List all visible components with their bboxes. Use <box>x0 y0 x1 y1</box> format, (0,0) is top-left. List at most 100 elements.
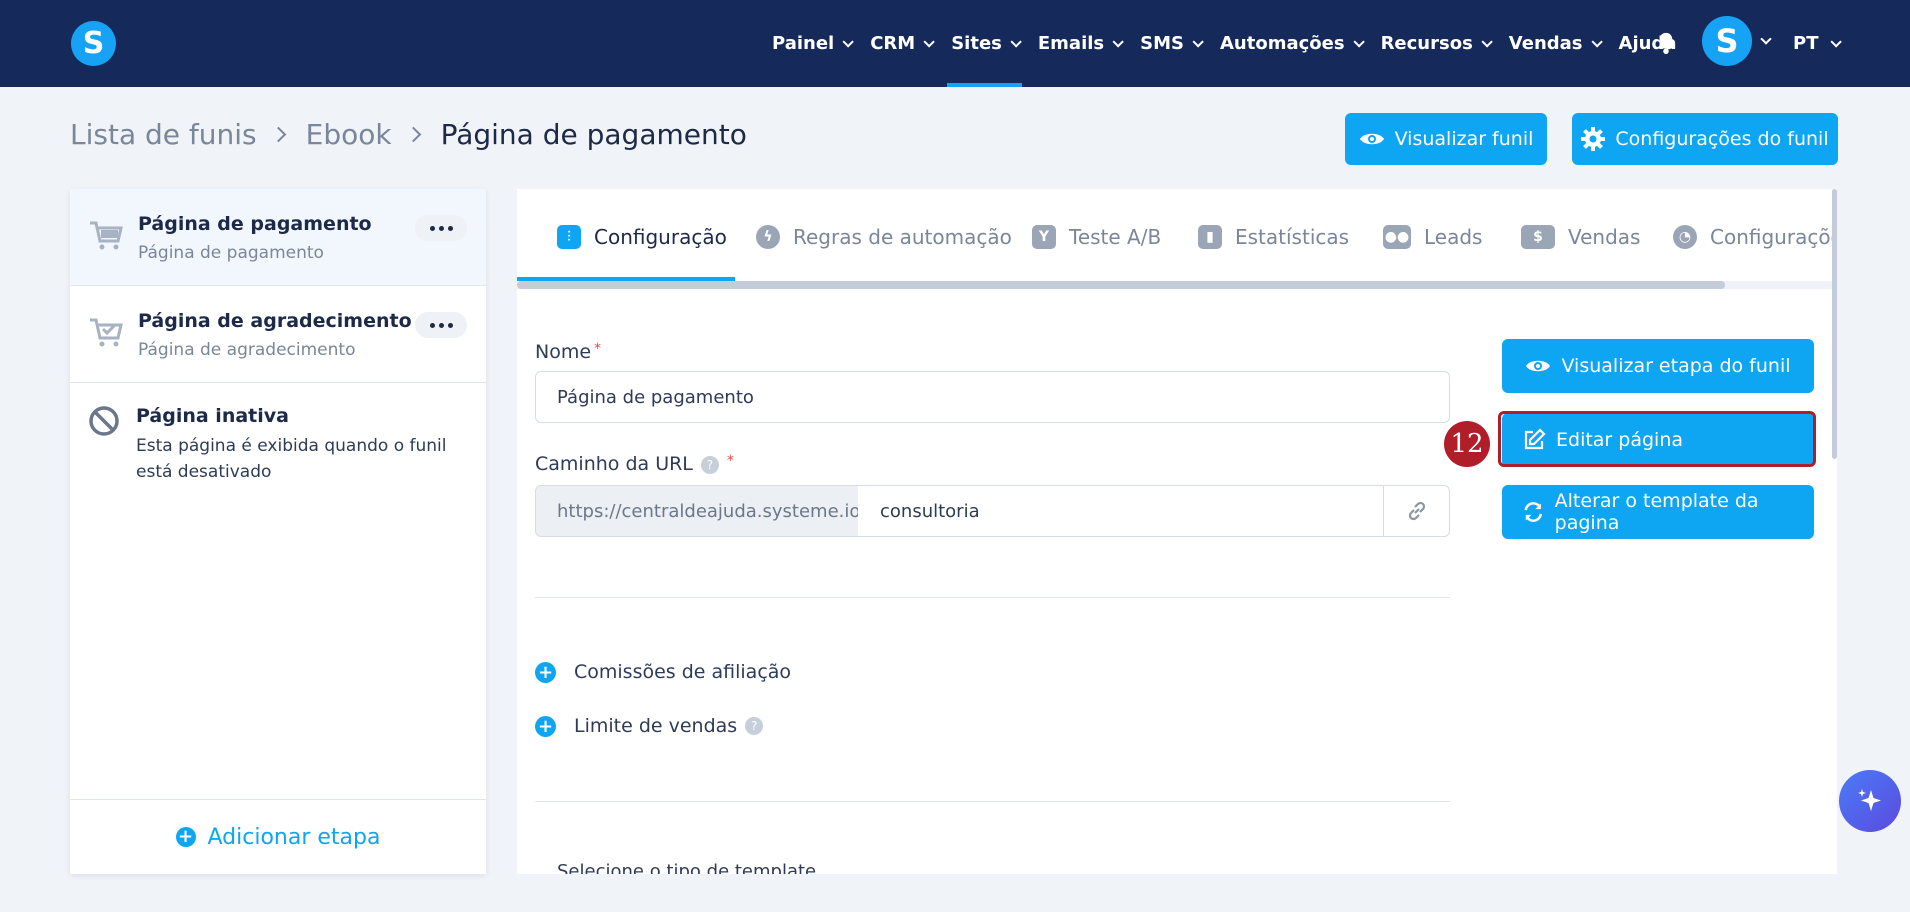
ai-assistant-button[interactable] <box>1839 770 1901 832</box>
chevron-down-icon <box>1112 35 1124 48</box>
help-icon[interactable]: ? <box>745 717 764 735</box>
tab-teste-ab[interactable]: Y Teste A/B <box>1032 225 1161 249</box>
nav-item-sms[interactable]: SMS <box>1140 0 1204 87</box>
bar-chart-icon: ▮ <box>1198 225 1222 249</box>
tab-estatisticas[interactable]: ▮ Estatísticas <box>1198 225 1349 249</box>
chevron-down-icon <box>842 35 854 48</box>
chevron-down-icon[interactable] <box>1760 33 1772 45</box>
nav-item-vendas[interactable]: Vendas <box>1508 0 1603 87</box>
nav-item-label: Vendas <box>1508 33 1583 54</box>
template-type-label: Selecione o tipo de template <box>557 861 817 874</box>
logo-letter: S <box>82 26 105 61</box>
plus-circle-icon: + <box>535 715 556 737</box>
tab-vendas[interactable]: $ Vendas <box>1521 225 1640 249</box>
step-item-payment-page[interactable]: Página de pagamento Página de pagamento <box>70 189 486 286</box>
sales-limit-label: Limite de vendas <box>574 715 738 737</box>
tab-bar: ⫶ Configuração ϟ Regras de automação Y T… <box>517 189 1837 281</box>
systeme-logo[interactable]: S <box>71 21 116 66</box>
step-options-button[interactable] <box>415 215 467 241</box>
inactive-page-description: Esta página é exibida quando o funil est… <box>136 436 447 482</box>
ban-icon <box>89 406 119 436</box>
breadcrumb: Lista de funis Ebook Página de pagamento <box>70 118 747 151</box>
nav-item-label: CRM <box>870 33 916 54</box>
open-link-button[interactable] <box>1383 485 1450 537</box>
name-label-text: Nome <box>535 341 592 363</box>
dot <box>438 322 444 328</box>
bell-icon[interactable] <box>1655 31 1677 55</box>
url-domain-prefix: https://centraldeajuda.systeme.io/ <box>535 485 866 537</box>
section-divider <box>535 801 1450 802</box>
tab-configuracoes-avancadas[interactable]: ◔ Configuraçõe <box>1673 225 1837 249</box>
name-input[interactable]: Página de pagamento <box>535 371 1450 423</box>
nav-item-label: Emails <box>1037 33 1105 54</box>
tab-label: Configuraçõe <box>1710 225 1837 249</box>
nav-item-automacoes[interactable]: Automações <box>1219 0 1365 87</box>
funnel-settings-button[interactable]: Configurações do funil <box>1572 113 1838 165</box>
edit-page-highlight <box>1498 411 1816 467</box>
nav-item-label: SMS <box>1140 33 1184 54</box>
chevron-right-icon <box>270 126 286 143</box>
dot <box>438 225 444 231</box>
add-step-button[interactable]: + Adicionar etapa <box>70 799 486 874</box>
page-title: Página de pagamento <box>440 118 747 151</box>
affiliate-commissions-label: Comissões de afiliação <box>574 661 792 683</box>
tab-leads[interactable]: ●● Leads <box>1383 225 1482 249</box>
sparkles-icon <box>1858 789 1881 811</box>
avatar-letter: S <box>1715 22 1739 60</box>
affiliate-commissions-toggle[interactable]: + Comissões de afiliação <box>535 661 791 683</box>
dot <box>447 322 453 328</box>
tab-scrollbar[interactable] <box>517 281 1725 289</box>
button-label: Alterar o template da pagina <box>1554 490 1759 534</box>
step-options-button[interactable] <box>415 312 467 338</box>
users-icon: ●● <box>1383 225 1411 249</box>
eye-icon <box>1359 133 1384 145</box>
help-icon[interactable]: ? <box>700 455 719 474</box>
chevron-down-icon <box>1192 35 1204 48</box>
main-menu: Painel CRM Sites Emails SMS Automações R… <box>772 0 1696 87</box>
required-asterisk: * <box>726 453 734 469</box>
plus-circle-icon: + <box>535 661 556 683</box>
clock-icon: ◔ <box>1673 225 1697 249</box>
change-template-button[interactable]: Alterar o template da pagina <box>1502 485 1814 539</box>
panel-scrollbar[interactable] <box>1832 189 1837 459</box>
link-icon <box>1408 501 1425 521</box>
dot <box>429 225 435 231</box>
step-title: Página de pagamento <box>138 213 372 235</box>
breadcrumb-funnel-list[interactable]: Lista de funis <box>70 118 257 151</box>
tab-label: Vendas <box>1568 225 1641 249</box>
section-divider <box>535 597 1450 598</box>
nav-item-sites[interactable]: Sites <box>947 0 1022 87</box>
step-subtitle: Página de agradecimento <box>138 340 356 360</box>
preview-funnel-button[interactable]: Visualizar funil <box>1345 113 1547 165</box>
url-path-input[interactable]: consultoria <box>858 485 1384 537</box>
url-label-text: Caminho da URL <box>535 453 693 475</box>
add-step-label: Adicionar etapa <box>207 824 381 850</box>
refresh-icon <box>1524 502 1543 522</box>
gear-icon <box>1581 127 1606 151</box>
sales-limit-toggle[interactable]: + Limite de vendas ? <box>535 715 764 737</box>
user-avatar[interactable]: S <box>1702 16 1752 66</box>
nav-item-painel[interactable]: Painel <box>772 0 854 87</box>
step-item-thank-you-page[interactable]: Página de agradecimento Página de agrade… <box>70 286 486 383</box>
tab-configuracao[interactable]: ⫶ Configuração <box>557 225 727 249</box>
language-selector[interactable]: PT <box>1793 0 1843 87</box>
step-number-badge: 12 <box>1444 421 1490 467</box>
chevron-down-icon <box>1590 35 1603 48</box>
split-icon: Y <box>1032 225 1056 249</box>
nav-item-emails[interactable]: Emails <box>1037 0 1124 87</box>
nav-item-label: Automações <box>1219 33 1345 54</box>
tab-label: Configuração <box>594 225 727 249</box>
chevron-down-icon <box>923 35 935 48</box>
inactive-page-item[interactable]: Página inativa Esta página é exibida qua… <box>70 383 486 493</box>
chevron-down-icon <box>1010 35 1022 48</box>
language-label: PT <box>1793 33 1819 54</box>
tab-regras-de-automacao[interactable]: ϟ Regras de automação <box>756 225 1012 249</box>
button-label: Visualizar etapa do funil <box>1561 355 1791 377</box>
step-settings-panel: ⫶ Configuração ϟ Regras de automação Y T… <box>517 189 1837 874</box>
preview-funnel-step-button[interactable]: Visualizar etapa do funil <box>1502 339 1814 393</box>
dot <box>429 322 435 328</box>
nav-item-recursos[interactable]: Recursos <box>1381 0 1493 87</box>
breadcrumb-funnel[interactable]: Ebook <box>306 118 392 151</box>
nav-item-crm[interactable]: CRM <box>870 0 935 87</box>
chevron-down-icon <box>1830 35 1843 48</box>
